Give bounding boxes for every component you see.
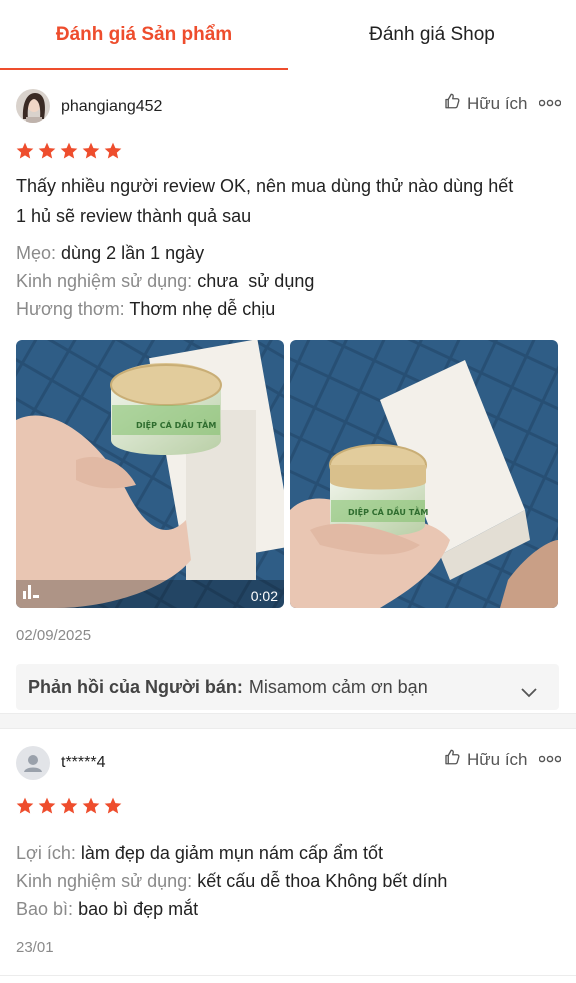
review-date: 02/09/2025	[16, 627, 92, 644]
attribute-key: Kinh nghiệm sử dụng:	[16, 271, 193, 291]
helpful-label: Hữu ích	[467, 749, 528, 769]
star-icon	[16, 797, 34, 814]
username[interactable]: t*****4	[61, 754, 105, 772]
attribute-key: Bao bì:	[16, 899, 74, 919]
audio-bars-icon	[22, 583, 40, 604]
review-image-thumbnail[interactable]: DIỆP CÁ DẦU TẰM	[290, 340, 558, 608]
helpful-button[interactable]: Hữu ích	[443, 92, 528, 115]
seller-reply[interactable]: Phản hồi của Người bán: Misamom cảm ơn b…	[16, 664, 559, 710]
username[interactable]: phangiang452	[61, 98, 162, 116]
seller-reply-label: Phản hồi của Người bán:	[28, 676, 243, 697]
attribute-value: kết cấu dễ thoa Không bết dính	[197, 871, 448, 891]
helpful-button[interactable]: Hữu ích	[443, 748, 528, 771]
review-video-thumbnail[interactable]: DIỆP CÁ DẦU TẰM 0:02	[16, 340, 284, 608]
review-divider	[0, 713, 576, 729]
attribute-value: dùng 2 lần 1 ngày	[61, 243, 205, 263]
attribute-key: Hương thơm:	[16, 299, 125, 319]
seller-reply-text: Misamom cảm ơn bạn	[248, 676, 428, 697]
chevron-down-icon[interactable]	[521, 682, 537, 703]
thumbs-up-icon	[443, 748, 461, 771]
star-rating	[15, 141, 123, 161]
star-icon	[60, 142, 78, 159]
attribute-key: Mẹo:	[16, 243, 57, 263]
attribute-row: Kinh nghiệm sử dụng: kết cấu dễ thoa Khô…	[16, 867, 566, 895]
star-rating	[15, 796, 123, 816]
video-duration: 0:02	[250, 588, 278, 604]
review-card: t*****4 Hữu ích Lợi ích: làm đẹp da giảm…	[0, 729, 576, 983]
helpful-label: Hữu ích	[467, 93, 528, 113]
star-icon	[104, 797, 122, 814]
star-icon	[60, 797, 78, 814]
tab-shop-reviews[interactable]: Đánh giá Shop	[288, 0, 576, 70]
avatar[interactable]	[16, 89, 50, 123]
attribute-value: chưa sử dụng	[197, 271, 315, 291]
review-text-line: 1 hủ sẽ review thành quả sau	[16, 206, 252, 226]
attribute-key: Lợi ích:	[16, 843, 76, 863]
review-date: 23/01	[16, 939, 54, 956]
attribute-row: Lợi ích: làm đẹp da giảm mụn nám cấp ẩm …	[16, 839, 566, 867]
attribute-row: Mẹo: dùng 2 lần 1 ngày	[16, 239, 566, 267]
star-icon	[38, 797, 56, 814]
attribute-value: bao bì đẹp mắt	[78, 899, 199, 919]
attribute-row: Hương thơm: Thơm nhẹ dễ chịu	[16, 295, 566, 323]
more-horizontal-icon[interactable]	[538, 751, 562, 767]
attribute-key: Kinh nghiệm sử dụng:	[16, 871, 193, 891]
star-icon	[16, 142, 34, 159]
star-icon	[104, 142, 122, 159]
more-horizontal-icon[interactable]	[538, 95, 562, 111]
thumbs-up-icon	[443, 92, 461, 115]
review-attributes: Mẹo: dùng 2 lần 1 ngày Kinh nghiệm sử dụ…	[16, 239, 566, 323]
review-tabs: Đánh giá Sản phẩm Đánh giá Shop	[0, 0, 576, 71]
star-icon	[82, 142, 100, 159]
tab-product-reviews[interactable]: Đánh giá Sản phẩm	[0, 0, 288, 71]
review-attributes: Lợi ích: làm đẹp da giảm mụn nám cấp ẩm …	[16, 839, 566, 923]
attribute-row: Kinh nghiệm sử dụng: chưa sử dụng	[16, 267, 566, 295]
divider	[0, 975, 576, 976]
star-icon	[82, 797, 100, 814]
review-text-line: Thấy nhiều người review OK, nên mua dùng…	[16, 176, 514, 196]
star-icon	[38, 142, 56, 159]
review-card: phangiang452 Hữu ích Thấy nhiều người re…	[0, 70, 576, 713]
avatar[interactable]	[16, 746, 50, 780]
review-text: Thấy nhiều người review OK, nên mua dùng…	[16, 171, 566, 231]
attribute-value: làm đẹp da giảm mụn nám cấp ẩm tốt	[80, 843, 383, 863]
attribute-row: Bao bì: bao bì đẹp mắt	[16, 895, 566, 923]
attribute-value: Thơm nhẹ dễ chịu	[129, 299, 276, 319]
